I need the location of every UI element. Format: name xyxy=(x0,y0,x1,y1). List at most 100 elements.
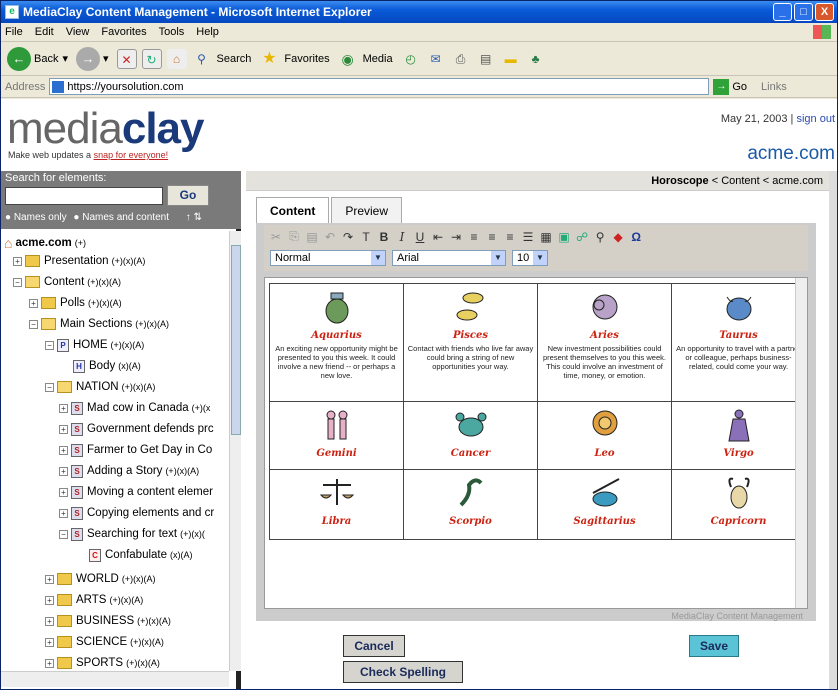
tree-item-story[interactable]: − S Searching for text (+)(x)( xyxy=(59,524,205,544)
menu-favorites[interactable]: Favorites xyxy=(101,26,146,38)
collapse-icon[interactable]: − xyxy=(59,529,68,539)
close-button[interactable]: X xyxy=(815,3,834,21)
expand-icon[interactable]: + xyxy=(59,487,68,497)
expand-icon[interactable]: + xyxy=(59,466,68,476)
check-spelling-button[interactable]: Check Spelling xyxy=(343,661,463,683)
edit-icon[interactable]: ▤ xyxy=(476,49,496,69)
collapse-icon[interactable]: − xyxy=(29,319,38,329)
radio-names-content[interactable]: ● xyxy=(73,212,82,223)
font-select[interactable]: Arial ▼ xyxy=(392,250,506,266)
indent-icon[interactable]: ⇥ xyxy=(450,230,462,244)
tree-item-confabulate[interactable]: C Confabulate (x)(A) xyxy=(89,545,193,565)
tree-item-arts[interactable]: + ARTS (+)(x)(A) xyxy=(45,590,143,610)
back-button[interactable]: ← Back ▾ xyxy=(7,46,68,71)
editor-scrollbar[interactable] xyxy=(795,278,807,608)
spellcheck-icon[interactable]: ◆ xyxy=(612,230,624,244)
undo-icon[interactable]: ↶ xyxy=(324,230,336,244)
italic-icon[interactable]: I xyxy=(396,230,408,244)
expand-icon[interactable]: + xyxy=(45,637,54,647)
expand-icon[interactable]: + xyxy=(59,424,68,434)
redo-icon[interactable]: ↷ xyxy=(342,230,354,244)
tree-item-home[interactable]: − P HOME (+)(x)(A) xyxy=(45,335,144,355)
clear-format-icon[interactable]: T xyxy=(360,230,372,244)
main-scrollbar[interactable] xyxy=(829,171,837,689)
align-center-icon[interactable]: ≡ xyxy=(486,230,498,244)
tree-item-acme[interactable]: ⌂ acme.com (+) xyxy=(4,233,86,253)
expand-icon[interactable]: + xyxy=(29,298,38,308)
tree-item-polls[interactable]: + Polls (+)(x)(A) xyxy=(29,293,122,313)
expand-icon[interactable]: + xyxy=(45,658,54,668)
size-select[interactable]: 10 ▼ xyxy=(512,250,548,266)
outdent-icon[interactable]: ⇤ xyxy=(432,230,444,244)
tree-item-nation[interactable]: − NATION (+)(x)(A) xyxy=(45,377,155,397)
tree-item-story[interactable]: + S Government defends prc xyxy=(59,419,214,439)
folder-icon[interactable]: ▬ xyxy=(501,49,521,69)
radio-names-only[interactable]: ● xyxy=(5,212,14,223)
save-button[interactable]: Save xyxy=(689,635,739,657)
expand-icon[interactable]: + xyxy=(45,574,54,584)
cut-icon[interactable]: ✂ xyxy=(270,230,282,244)
scroll-thumb[interactable] xyxy=(231,245,241,435)
tree-item-main-sections[interactable]: − Main Sections (+)(x)(A) xyxy=(29,314,169,334)
tree-item-content[interactable]: − Content (+)(x)(A) xyxy=(13,272,121,292)
collapse-icon[interactable]: − xyxy=(45,382,54,392)
menu-tools[interactable]: Tools xyxy=(159,26,185,38)
forward-button[interactable]: → ▾ xyxy=(76,46,109,71)
tree-item-business[interactable]: + BUSINESS (+)(x)(A) xyxy=(45,611,171,631)
mail-icon[interactable]: ✉ xyxy=(426,49,446,69)
menu-help[interactable]: Help xyxy=(196,26,219,38)
refresh-icon[interactable]: ↻ xyxy=(141,48,162,69)
link-icon[interactable]: ☍ xyxy=(576,230,588,244)
sort-icon[interactable]: ↑ ⇅ xyxy=(186,212,202,223)
tree-item-world[interactable]: + WORLD (+)(x)(A) xyxy=(45,569,156,589)
stop-icon[interactable]: ✕ xyxy=(116,48,137,69)
align-right-icon[interactable]: ≡ xyxy=(504,230,516,244)
bold-icon[interactable]: B xyxy=(378,230,390,244)
search-button[interactable]: ⚲ Search xyxy=(192,49,251,69)
tree-scrollbar[interactable] xyxy=(229,231,241,671)
expand-icon[interactable]: + xyxy=(13,256,22,266)
expand-icon[interactable]: + xyxy=(45,595,54,605)
tree-item-story[interactable]: + S Mad cow in Canada (+)(x xyxy=(59,398,210,418)
image-icon[interactable]: ▣ xyxy=(558,230,570,244)
tree-item-body[interactable]: H Body (x)(A) xyxy=(73,356,141,376)
menu-edit[interactable]: Edit xyxy=(35,26,54,38)
menu-file[interactable]: File xyxy=(5,26,23,38)
list-icon[interactable]: ☰ xyxy=(522,230,534,244)
links-button[interactable]: Links xyxy=(761,81,787,93)
expand-icon[interactable]: + xyxy=(59,445,68,455)
tree-hscrollbar[interactable] xyxy=(1,671,229,687)
expand-icon[interactable]: + xyxy=(59,403,68,413)
search-input[interactable] xyxy=(5,187,163,205)
address-input[interactable]: https://yoursolution.com xyxy=(49,78,710,95)
tree-item-story[interactable]: + S Adding a Story (+)(x)(A) xyxy=(59,461,199,481)
minimize-button[interactable]: _ xyxy=(773,3,792,21)
print-icon[interactable]: ⎙ xyxy=(451,49,471,69)
tab-preview[interactable]: Preview xyxy=(331,197,403,223)
copy-icon[interactable]: ⎘ xyxy=(288,229,300,244)
find-icon[interactable]: ⚲ xyxy=(594,230,606,244)
special-char-icon[interactable]: Ω xyxy=(630,230,642,244)
underline-icon[interactable]: U xyxy=(414,230,426,244)
search-go-button[interactable]: Go xyxy=(167,185,209,206)
table-icon[interactable]: ▦ xyxy=(540,230,552,244)
expand-icon[interactable]: + xyxy=(59,508,68,518)
favorites-button[interactable]: ★ Favorites xyxy=(259,49,329,69)
tree-item-story[interactable]: + S Moving a content elemer xyxy=(59,482,213,502)
tree-item-science[interactable]: + SCIENCE (+)(x)(A) xyxy=(45,632,164,652)
editor-content-area[interactable]: Aquarius An exciting new opportunity migh… xyxy=(264,277,808,621)
messenger-icon[interactable]: ♣ xyxy=(526,49,546,69)
align-left-icon[interactable]: ≡ xyxy=(468,230,480,244)
maximize-button[interactable]: □ xyxy=(794,3,813,21)
menu-view[interactable]: View xyxy=(66,26,90,38)
tree-item-sports[interactable]: + SPORTS (+)(x)(A) xyxy=(45,653,160,671)
tree-item-presentation[interactable]: + Presentation (+)(x)(A) xyxy=(13,251,145,271)
go-button[interactable]: → Go xyxy=(713,78,747,95)
collapse-icon[interactable]: − xyxy=(13,277,22,287)
tab-content[interactable]: Content xyxy=(256,197,330,223)
signout-link[interactable]: sign out xyxy=(796,113,835,125)
tree-item-story[interactable]: + S Copying elements and cr xyxy=(59,503,214,523)
media-button[interactable]: ◉ Media xyxy=(338,49,393,69)
collapse-icon[interactable]: − xyxy=(45,340,54,350)
style-select[interactable]: Normal ▼ xyxy=(270,250,386,266)
